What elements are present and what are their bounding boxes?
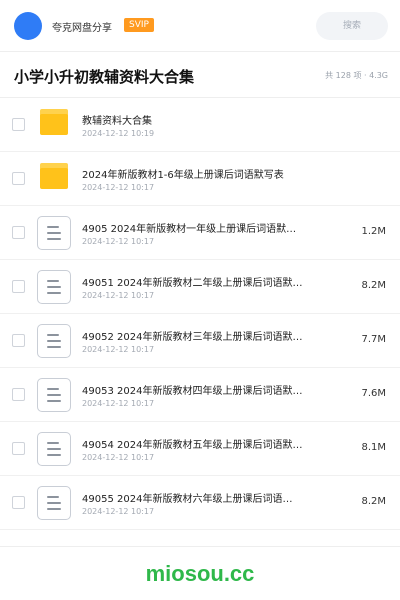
document-icon [37, 216, 71, 250]
file-name[interactable]: 49052 2024年新版教材三年级上册课后词语默… [82, 328, 302, 343]
document-icon [37, 378, 71, 412]
file-name[interactable]: 2024年新版教材1-6年级上册课后词语默写表 [82, 166, 284, 181]
file-row[interactable]: 49053 2024年新版教材四年级上册课后词语默… 2024-12-12 10:… [0, 368, 400, 422]
file-size: 8.2M [361, 280, 386, 291]
folder-icon [40, 163, 68, 189]
file-date: 2024-12-12 10:19 [82, 129, 155, 138]
file-row[interactable]: 4905 2024年新版教材一年级上册课后词语默… 2024-12-12 10:1… [0, 206, 400, 260]
watermark-text: miosou.cc [145, 561, 255, 586]
file-size: 7.7M [361, 334, 386, 345]
select-checkbox[interactable] [12, 442, 25, 455]
select-checkbox[interactable] [12, 280, 25, 293]
file-size: 7.6M [361, 388, 386, 399]
file-row[interactable]: 49054 2024年新版教材五年级上册课后词语默… 2024-12-12 10:… [0, 422, 400, 476]
file-date: 2024-12-12 10:17 [82, 291, 155, 300]
file-date: 2024-12-12 10:17 [82, 453, 155, 462]
file-size: 8.2M [361, 496, 386, 507]
folder-icon [40, 109, 68, 135]
file-name[interactable]: 49054 2024年新版教材五年级上册课后词语默… [82, 436, 302, 451]
file-name[interactable]: 49055 2024年新版教材六年级上册课后词语… [82, 490, 292, 505]
search-input[interactable]: 搜索 [316, 12, 388, 40]
file-name[interactable]: 4905 2024年新版教材一年级上册课后词语默… [82, 220, 296, 235]
footer: miosou.cc [0, 546, 400, 600]
file-date: 2024-12-12 10:17 [82, 345, 155, 354]
select-checkbox[interactable] [12, 496, 25, 509]
share-meta: 共 128 项 · 4.3G [325, 71, 388, 80]
file-name[interactable]: 49051 2024年新版教材二年级上册课后词语默… [82, 274, 302, 289]
document-icon [37, 432, 71, 466]
file-row[interactable]: 49052 2024年新版教材三年级上册课后词语默… 2024-12-12 10:… [0, 314, 400, 368]
file-name[interactable]: 教辅资料大合集 [82, 112, 152, 127]
document-icon [37, 486, 71, 520]
file-row[interactable]: 教辅资料大合集 2024-12-12 10:19 [0, 98, 400, 152]
file-row[interactable]: 49051 2024年新版教材二年级上册课后词语默… 2024-12-12 10:… [0, 260, 400, 314]
file-date: 2024-12-12 10:17 [82, 237, 155, 246]
file-size: 8.1M [361, 442, 386, 453]
file-name[interactable]: 49053 2024年新版教材四年级上册课后词语默… [82, 382, 302, 397]
select-checkbox[interactable] [12, 118, 25, 131]
share-title-bar: 小学小升初教辅资料大合集 共 128 项 · 4.3G [0, 52, 400, 98]
file-date: 2024-12-12 10:17 [82, 507, 155, 516]
select-checkbox[interactable] [12, 334, 25, 347]
file-date: 2024-12-12 10:17 [82, 183, 155, 192]
file-date: 2024-12-12 10:17 [82, 399, 155, 408]
app-header: 夸克网盘分享 SVIP 搜索 [0, 0, 400, 52]
document-icon [37, 324, 71, 358]
select-checkbox[interactable] [12, 226, 25, 239]
file-size: 1.2M [361, 226, 386, 237]
file-row[interactable]: 49055 2024年新版教材六年级上册课后词语… 2024-12-12 10:1… [0, 476, 400, 530]
file-row[interactable]: 2024年新版教材1-6年级上册课后词语默写表 2024-12-12 10:17 [0, 152, 400, 206]
document-icon [37, 270, 71, 304]
page-title: 小学小升初教辅资料大合集 [14, 68, 195, 86]
avatar[interactable] [14, 12, 42, 40]
select-checkbox[interactable] [12, 172, 25, 185]
file-list: 教辅资料大合集 2024-12-12 10:19 2024年新版教材1-6年级上册课… [0, 98, 400, 530]
select-checkbox[interactable] [12, 388, 25, 401]
vip-badge: SVIP [124, 18, 154, 32]
sharer-name: 夸克网盘分享 [52, 23, 112, 34]
